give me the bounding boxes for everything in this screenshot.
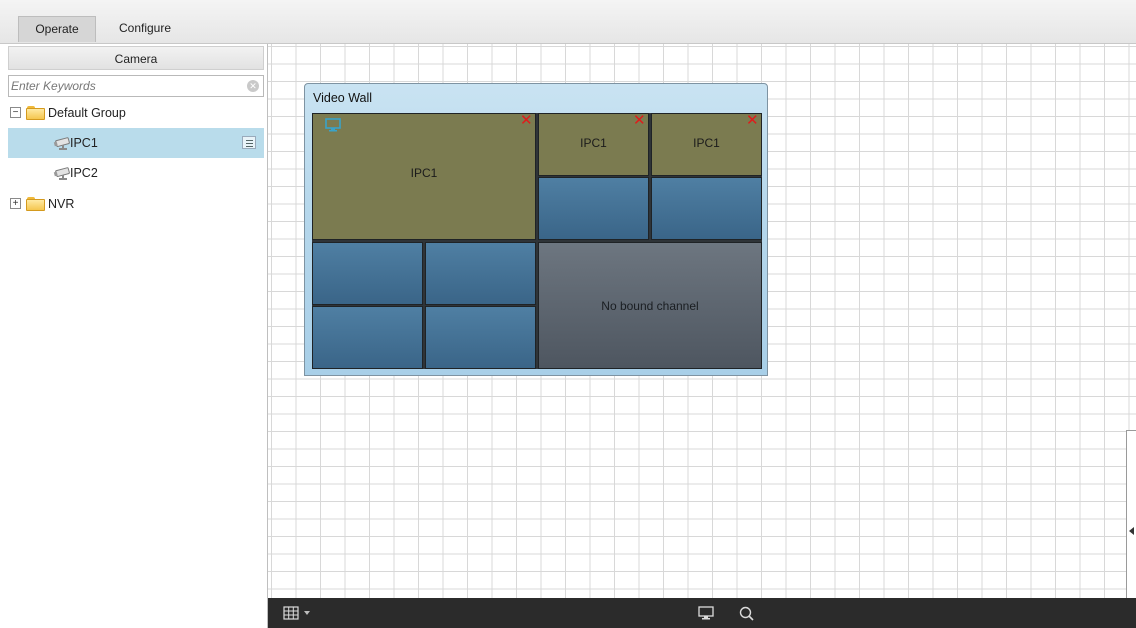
screen-7[interactable]: [425, 242, 536, 305]
tree-item-nvr[interactable]: + NVR: [8, 189, 264, 219]
tree-item-default-group[interactable]: − Default Group: [8, 98, 264, 128]
folder-icon: [26, 106, 45, 120]
clear-search-icon[interactable]: ✕: [247, 80, 259, 92]
video-wall-screens: ✕ IPC1 ✕ IPC1 ✕ IPC1 No bound channel: [312, 113, 762, 369]
screen-label: IPC1: [410, 166, 438, 180]
sidebar-header: Camera: [8, 46, 264, 70]
close-icon[interactable]: ✕: [746, 113, 759, 128]
screen-label: IPC1: [693, 136, 720, 150]
close-icon[interactable]: ✕: [633, 113, 646, 128]
screen-label: IPC1: [580, 136, 607, 150]
tab-operate[interactable]: Operate: [18, 16, 96, 42]
camera-sidebar: Camera ✕ − Default Group IPC1 I: [0, 44, 268, 628]
tree-item-label: NVR: [48, 197, 75, 211]
search-box: ✕: [8, 75, 264, 97]
layout-grid-icon[interactable]: [283, 606, 299, 620]
screen-8[interactable]: [312, 306, 423, 369]
dropdown-arrow-icon[interactable]: [304, 611, 310, 615]
screen-9[interactable]: [425, 306, 536, 369]
screen-4[interactable]: [538, 177, 649, 240]
tree-item-label: IPC1: [70, 136, 98, 150]
monitor-icon[interactable]: [698, 606, 714, 621]
collapse-arrow-icon: [1129, 527, 1134, 535]
tree-item-label: Default Group: [48, 106, 126, 120]
monitor-icon[interactable]: [325, 118, 341, 132]
expand-icon[interactable]: +: [10, 198, 21, 209]
screen-10[interactable]: No bound channel: [538, 242, 762, 369]
screen-1[interactable]: ✕ IPC1: [312, 113, 536, 240]
search-input[interactable]: [11, 77, 243, 95]
collapse-icon[interactable]: −: [10, 107, 21, 118]
tree-item-ipc2[interactable]: IPC2: [8, 158, 264, 188]
screen-5[interactable]: [651, 177, 762, 240]
close-icon[interactable]: ✕: [520, 113, 533, 128]
side-panel-toggle[interactable]: [1126, 430, 1136, 598]
video-wall-title: Video Wall: [313, 91, 373, 105]
list-menu-icon[interactable]: [242, 136, 256, 149]
screen-6[interactable]: [312, 242, 423, 305]
screen-label: No bound channel: [601, 299, 699, 313]
top-tab-bar: Operate Configure: [0, 0, 1136, 44]
screen-3[interactable]: ✕ IPC1: [651, 113, 762, 176]
video-wall-window[interactable]: Video Wall ✕ IPC1 ✕ IPC1 ✕ IPC1 No bound…: [304, 83, 768, 376]
tree-item-label: IPC2: [70, 166, 98, 180]
tree-item-ipc1[interactable]: IPC1: [8, 128, 264, 158]
tab-configure[interactable]: Configure: [104, 16, 186, 42]
folder-icon: [26, 197, 45, 211]
search-icon[interactable]: [739, 606, 754, 621]
screen-2[interactable]: ✕ IPC1: [538, 113, 649, 176]
video-wall-canvas[interactable]: Video Wall ✕ IPC1 ✕ IPC1 ✕ IPC1 No bound…: [268, 44, 1136, 598]
bottom-toolbar: [268, 598, 1136, 628]
